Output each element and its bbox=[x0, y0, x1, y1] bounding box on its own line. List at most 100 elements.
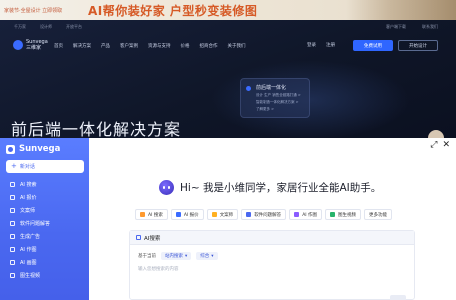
promo-small-text: 家装节·全屋设计 立即领取 bbox=[4, 7, 63, 14]
start-design-button[interactable]: 开始设计 bbox=[398, 40, 438, 51]
sidebar-item-label: AI 画图 bbox=[20, 260, 37, 266]
quick-more-button[interactable]: 更多功能 bbox=[364, 209, 393, 220]
card-title: 前后端一体化 bbox=[256, 85, 287, 91]
site-logo[interactable]: Sunvega 三维家 bbox=[13, 39, 48, 51]
card-line[interactable]: 智能制造一体化解决方案 > bbox=[256, 100, 299, 105]
assistant-main: ⤢ ✕ Hi~ 我是小维同学，家居行业全能AI助手。 AI 搜索 AI 报价 文… bbox=[89, 138, 456, 300]
nav-item[interactable]: 关于我们 bbox=[228, 43, 246, 49]
promo-banner[interactable]: 家装节·全屋设计 立即领取 AI帮你装好家 户型秒变装修图 bbox=[0, 0, 456, 20]
megaphone-icon bbox=[10, 234, 15, 239]
quick-action-label: AI 作图 bbox=[302, 212, 318, 218]
send-button[interactable] bbox=[390, 295, 406, 300]
logo-icon bbox=[13, 40, 23, 50]
promo-headline: AI帮你装好家 户型秒变装修图 bbox=[88, 3, 258, 18]
sort-select[interactable]: 综合 ▾ bbox=[196, 252, 218, 260]
quick-action-label: 文案师 bbox=[219, 212, 234, 218]
chevron-down-icon: ▾ bbox=[211, 253, 214, 259]
new-chat-button[interactable]: + 新对话 bbox=[6, 160, 84, 173]
scope-select-value: 站内搜索 bbox=[165, 254, 183, 259]
window-controls: ⤢ ✕ bbox=[430, 140, 450, 150]
hero-title: 前后端一体化解决方案 bbox=[11, 120, 182, 138]
nav-item[interactable]: 招商合作 bbox=[200, 43, 218, 49]
sunvega-logo-icon bbox=[6, 144, 15, 154]
top-links: 千万家 设计师 开放平台 bbox=[14, 24, 82, 30]
quote-icon bbox=[10, 195, 15, 200]
quick-copywriter-button[interactable]: 文案师 bbox=[206, 209, 239, 220]
search-options: 基于当前 站内搜索 ▾ 综合 ▾ bbox=[138, 252, 218, 260]
sort-select-value: 综合 bbox=[200, 254, 210, 259]
top-link[interactable]: 开放平台 bbox=[66, 24, 82, 30]
sidebar-item-ai-search[interactable]: AI 搜索 bbox=[6, 178, 84, 191]
main-nav: 首页 解决方案 产品 客户案例 资源与支持 价格 招商合作 关于我们 bbox=[54, 43, 246, 49]
brand-name: Sunvega bbox=[19, 144, 61, 154]
sidebar-item-label: AI 报价 bbox=[20, 195, 37, 201]
sidebar-item-ai-quote[interactable]: AI 报价 bbox=[6, 191, 84, 204]
question-icon bbox=[10, 221, 15, 226]
logo-sub: 三维家 bbox=[26, 45, 42, 51]
contact-link[interactable]: 联系我们 bbox=[422, 24, 438, 30]
auth-links: 登录 注册 bbox=[307, 42, 335, 48]
greeting: Hi~ 我是小维同学，家居行业全能AI助手。 bbox=[159, 180, 381, 195]
sidebar-item-label: AI 搜索 bbox=[20, 182, 37, 188]
assistant-brand: Sunvega bbox=[6, 144, 60, 154]
document-icon bbox=[211, 212, 217, 217]
panel-header: AI搜索 bbox=[130, 231, 414, 245]
card-line[interactable]: 了解更多 > bbox=[256, 107, 274, 112]
document-icon bbox=[10, 208, 15, 213]
assistant-sidebar: Sunvega + 新对话 AI 搜索 AI 报价 文案师 软件问题解答 生成广… bbox=[0, 138, 89, 300]
nav-item[interactable]: 价格 bbox=[181, 43, 190, 49]
top-right-links: 客户端下载 联系我们 bbox=[386, 24, 438, 30]
quick-actions: AI 搜索 AI 报价 文案师 软件问题解答 AI 作图 图生视频 更多功能 bbox=[135, 209, 393, 220]
free-trial-button[interactable]: 免费试用 bbox=[353, 40, 393, 51]
quick-ai-quote-button[interactable]: AI 报价 bbox=[170, 209, 204, 220]
quick-ai-image-button[interactable]: AI 作图 bbox=[289, 209, 323, 220]
panel-title: AI搜索 bbox=[144, 235, 161, 242]
brush-icon bbox=[10, 260, 15, 265]
search-input[interactable]: 输入您想搜索的内容 bbox=[138, 266, 179, 272]
image-icon bbox=[294, 212, 300, 217]
login-link[interactable]: 登录 bbox=[307, 42, 316, 48]
close-icon[interactable]: ✕ bbox=[442, 140, 450, 150]
quick-img-to-video-button[interactable]: 图生视频 bbox=[325, 209, 362, 220]
sidebar-item-img-to-video[interactable]: 图生视频 bbox=[6, 269, 84, 282]
nav-item[interactable]: 产品 bbox=[101, 43, 110, 49]
nav-item[interactable]: 首页 bbox=[54, 43, 63, 49]
sidebar-item-label: 软件问题解答 bbox=[20, 221, 51, 227]
support-avatar[interactable] bbox=[428, 130, 444, 138]
card-line[interactable]: 设计 生产 销售全链路打通 > bbox=[256, 93, 301, 98]
background-website: 千万家 设计师 开放平台 客户端下载 联系我们 Sunvega 三维家 首页 解… bbox=[0, 20, 456, 138]
sidebar-item-ai-draw[interactable]: AI 画图 bbox=[6, 256, 84, 269]
card-dot-icon bbox=[246, 86, 251, 91]
search-panel-icon bbox=[136, 235, 141, 240]
top-link[interactable]: 千万家 bbox=[14, 24, 26, 30]
search-icon bbox=[140, 212, 145, 217]
top-link[interactable]: 设计师 bbox=[40, 24, 52, 30]
download-link[interactable]: 客户端下载 bbox=[386, 24, 406, 30]
sidebar-item-label: 图生视频 bbox=[20, 273, 41, 279]
quick-action-label: 软件问题解答 bbox=[254, 212, 282, 218]
sidebar-item-ai-image[interactable]: AI 作图 bbox=[6, 243, 84, 256]
sidebar-list: AI 搜索 AI 报价 文案师 软件问题解答 生成广告 AI 作图 AI 画图 … bbox=[6, 178, 84, 282]
register-link[interactable]: 注册 bbox=[326, 42, 335, 48]
new-chat-label: 新对话 bbox=[19, 164, 35, 170]
plus-icon: + bbox=[11, 162, 17, 170]
sidebar-item-ad-gen[interactable]: 生成广告 bbox=[6, 230, 84, 243]
hero-feature-card[interactable]: 前后端一体化 设计 生产 销售全链路打通 > 智能制造一体化解决方案 > 了解更… bbox=[240, 78, 310, 118]
quick-action-label: AI 报价 bbox=[183, 212, 199, 218]
nav-item[interactable]: 客户案例 bbox=[120, 43, 138, 49]
sidebar-item-copywriter[interactable]: 文案师 bbox=[6, 204, 84, 217]
scope-label: 基于当前 bbox=[138, 254, 156, 259]
quick-software-qa-button[interactable]: 软件问题解答 bbox=[241, 209, 287, 220]
quick-action-label: 更多功能 bbox=[369, 212, 388, 218]
promo-image bbox=[346, 0, 456, 20]
nav-item[interactable]: 解决方案 bbox=[73, 43, 91, 49]
sidebar-item-software-qa[interactable]: 软件问题解答 bbox=[6, 217, 84, 230]
quick-action-label: AI 搜索 bbox=[148, 212, 163, 218]
quick-ai-search-button[interactable]: AI 搜索 bbox=[135, 209, 168, 220]
nav-item[interactable]: 资源与支持 bbox=[148, 43, 171, 49]
sidebar-item-label: 文案师 bbox=[20, 208, 36, 214]
sidebar-item-label: 生成广告 bbox=[20, 234, 41, 240]
ai-assistant-modal: Sunvega + 新对话 AI 搜索 AI 报价 文案师 软件问题解答 生成广… bbox=[0, 138, 456, 300]
scope-select[interactable]: 站内搜索 ▾ bbox=[161, 252, 192, 260]
expand-icon[interactable]: ⤢ bbox=[430, 140, 437, 150]
